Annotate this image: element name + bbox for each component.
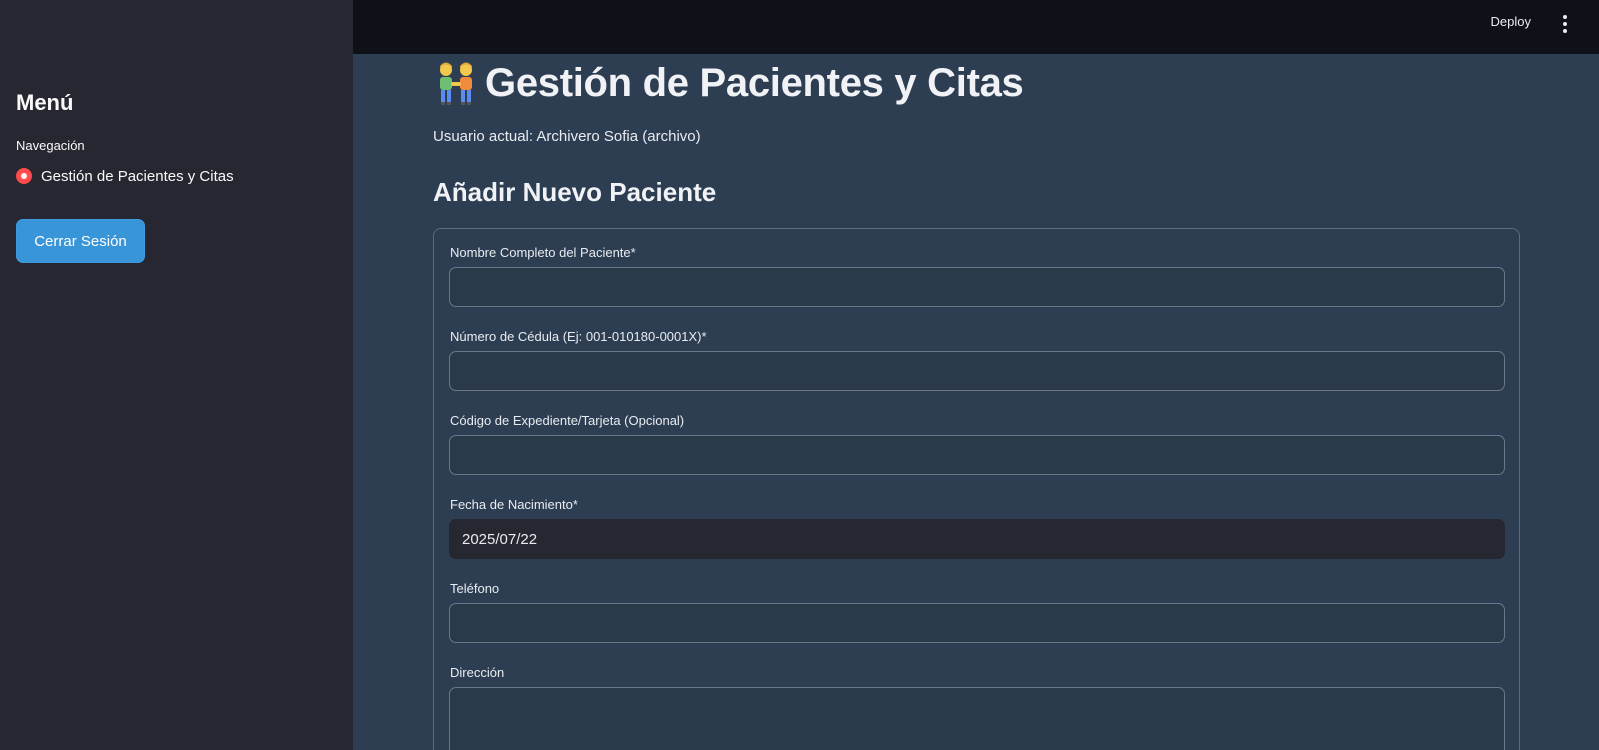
birth-date-input[interactable] (449, 519, 1505, 559)
page-title-text: Gestión de Pacientes y Citas (485, 60, 1024, 105)
sidebar-title: Menú (16, 90, 74, 115)
page-title: Gestión de Pacientes y Citas (433, 55, 1024, 111)
logout-button[interactable]: Cerrar Sesión (16, 219, 145, 263)
address-label: Dirección (450, 665, 505, 680)
full-name-label: Nombre Completo del Paciente* (450, 245, 636, 260)
deploy-button[interactable]: Deploy (1491, 14, 1531, 36)
nav-radio-label: Gestión de Pacientes y Citas (41, 167, 234, 185)
id-number-label: Número de Cédula (Ej: 001-010180-0001X)* (450, 329, 707, 344)
navigation-label: Navegación (16, 138, 85, 153)
phone-input[interactable] (449, 603, 1505, 643)
file-code-input[interactable] (449, 435, 1505, 475)
kebab-menu-icon[interactable] (1555, 14, 1575, 34)
phone-label: Teléfono (450, 581, 500, 596)
sidebar: Menú Navegación Gestión de Pacientes y C… (0, 0, 353, 750)
full-name-input[interactable] (449, 267, 1505, 307)
birth-date-label: Fecha de Nacimiento* (450, 497, 578, 512)
address-textarea[interactable] (449, 687, 1505, 750)
section-title: Añadir Nuevo Paciente (433, 177, 717, 207)
nav-radio-option-patients[interactable]: Gestión de Pacientes y Citas (16, 166, 234, 186)
people-holding-hands-icon (440, 62, 472, 105)
top-bar: Deploy (353, 0, 1599, 54)
add-patient-form: Nombre Completo del Paciente* Número de … (433, 228, 1520, 750)
radio-selected-icon[interactable] (16, 168, 32, 184)
current-user-text: Usuario actual: Archivero Sofia (archivo… (433, 128, 701, 145)
file-code-label: Código de Expediente/Tarjeta (Opcional) (450, 413, 685, 428)
id-number-input[interactable] (449, 351, 1505, 391)
